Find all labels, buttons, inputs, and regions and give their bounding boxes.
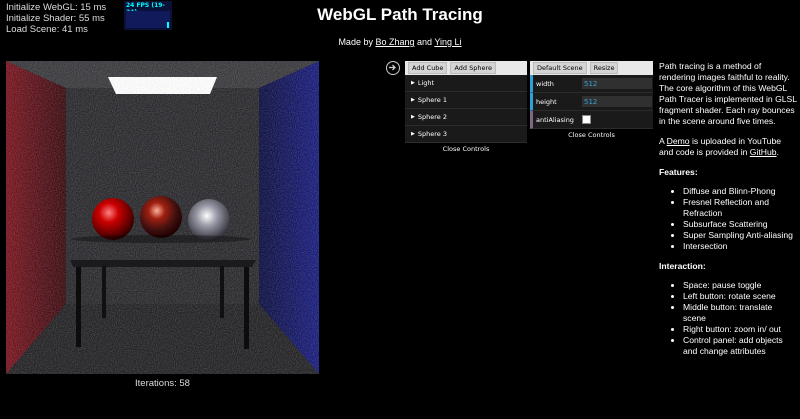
description-panel: Path tracing is a method of rendering im… [659,61,797,366]
antialiasing-checkbox[interactable] [582,115,591,124]
byline: Made by Bo Zhang and Ying Li [0,37,800,47]
default-scene-button[interactable]: Default Scene [533,62,587,74]
folder-label: Sphere 1 [417,96,447,104]
antialiasing-label: antiAliasing [536,115,574,124]
folder-label: Sphere 2 [417,113,447,121]
folder-label: Light [417,79,435,87]
author-link-bo-zhang[interactable]: Bo Zhang [375,37,414,47]
triangle-right-icon: ▶ [411,97,415,103]
arrow-right-icon [389,64,396,71]
height-row: height [530,93,653,111]
byline-prefix: Made by [338,37,376,47]
iterations-counter: Iterations: 58 [135,378,190,389]
list-item: Super Sampling Anti-aliasing [683,230,797,241]
resize-button[interactable]: Resize [589,62,619,74]
width-row: width [530,75,653,93]
github-link[interactable]: GitHub [750,147,777,157]
scene-toolbar: Default Scene Resize [530,61,653,75]
close-controls-button[interactable]: Close Controls [405,143,527,155]
height-input[interactable] [582,96,652,107]
triangle-right-icon: ▶ [411,114,415,120]
byline-and: and [414,37,435,47]
page-title: WebGL Path Tracing [317,5,483,24]
interaction-list: Space: pause toggle Left button: rotate … [659,280,797,357]
folder-sphere-3[interactable]: ▶ Sphere 3 [405,126,527,143]
width-label: width [536,79,554,88]
demo-link[interactable]: Demo [667,136,690,146]
toggle-panel-button[interactable] [386,61,400,75]
close-controls-button[interactable]: Close Controls [530,129,653,141]
demo-suffix: . [776,147,779,157]
objects-toolbar: Add Cube Add Sphere [405,61,527,75]
width-input[interactable] [582,78,652,89]
demo-text: A Demo is uploaded in YouTube and code i… [659,136,797,158]
add-cube-button[interactable]: Add Cube [408,62,448,74]
list-item: Subsurface Scattering [683,219,797,230]
folder-light[interactable]: ▶ Light [405,75,527,92]
list-item: Left button: rotate scene [683,291,797,302]
folder-sphere-2[interactable]: ▶ Sphere 2 [405,109,527,126]
list-item: Control panel: add objects and change at… [683,335,797,357]
features-list: Diffuse and Blinn-Phong Fresnel Reflecti… [659,186,797,252]
render-canvas[interactable] [6,61,319,374]
list-item: Diffuse and Blinn-Phong [683,186,797,197]
list-item: Right button: zoom in/ out [683,324,797,335]
list-item: Space: pause toggle [683,280,797,291]
height-label: height [536,97,557,106]
intro-text: Path tracing is a method of rendering im… [659,61,797,126]
triangle-right-icon: ▶ [411,80,415,86]
list-item: Middle button: translate scene [683,302,797,324]
scene-control-panel: Default Scene Resize width height antiAl… [530,61,653,141]
author-link-ying-li[interactable]: Ying Li [434,37,461,47]
antialiasing-row: antiAliasing [530,111,653,129]
folder-sphere-1[interactable]: ▶ Sphere 1 [405,92,527,109]
triangle-right-icon: ▶ [411,131,415,137]
interaction-heading: Interaction: [659,261,706,271]
list-item: Intersection [683,241,797,252]
objects-control-panel: Add Cube Add Sphere ▶ Light ▶ Sphere 1 ▶ Sp… [405,61,527,155]
add-sphere-button[interactable]: Add Sphere [450,62,496,74]
list-item: Fresnel Reflection and Refraction [683,197,797,219]
scene-load-time: Load Scene: 41 ms [6,24,88,35]
folder-label: Sphere 3 [417,130,447,138]
features-heading: Features: [659,167,698,177]
demo-prefix: A [659,136,667,146]
cornell-box-render [6,61,319,374]
